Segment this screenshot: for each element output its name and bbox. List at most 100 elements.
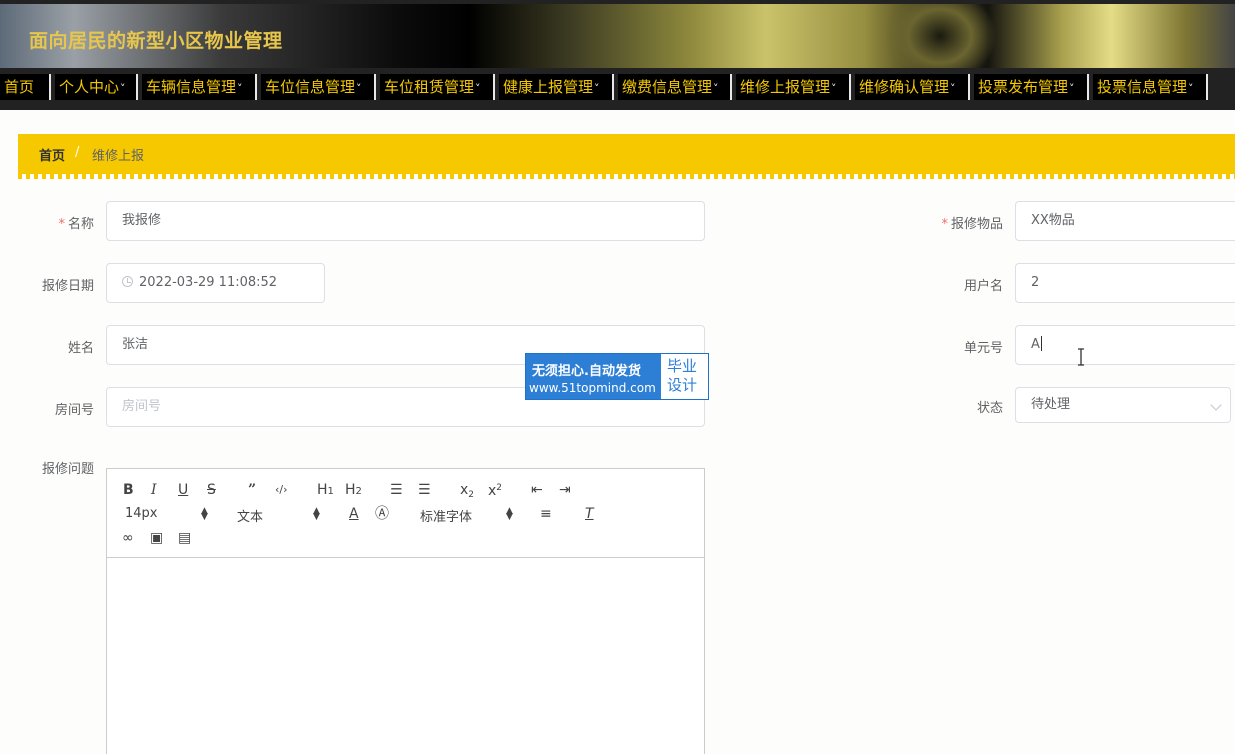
header-select[interactable]: 文本 ▲ ▼ <box>237 506 320 526</box>
nav-item-payment-info[interactable]: 缴费信息管理˅ <box>618 74 732 100</box>
unit-input[interactable]: A <box>1015 325 1235 365</box>
subscript-icon[interactable]: x2 <box>460 482 474 503</box>
name-label-text: 名称 <box>67 217 94 232</box>
nav-item-repair-report[interactable]: 维修上报管理˅ <box>736 74 851 100</box>
status-select[interactable]: 待处理 <box>1015 387 1231 423</box>
chevron-down-icon: ˅ <box>237 82 243 95</box>
font-family-select[interactable]: 标准字体 ▲ ▼ <box>420 506 513 526</box>
watermark-line2: www.51topmind.com <box>529 381 656 395</box>
nav-label: 缴费信息管理 <box>622 78 713 96</box>
nav-label: 个人中心 <box>59 78 120 96</box>
unit-label: 单元号 <box>963 341 1003 356</box>
chevron-down-icon: ˅ <box>475 82 481 95</box>
name-input[interactable]: 我报修 <box>106 201 705 241</box>
item-label: * 报修物品 <box>920 213 1003 232</box>
date-label: 报修日期 <box>41 279 94 294</box>
chevron-down-icon: ˅ <box>831 82 837 95</box>
video-icon[interactable]: ▤ <box>178 530 191 546</box>
nav-item-vote-info[interactable]: 投票信息管理˅ <box>1093 74 1208 100</box>
nav-label: 首页 <box>4 78 35 96</box>
clean-format-icon[interactable]: T <box>585 506 594 522</box>
realname-label: 姓名 <box>67 341 94 356</box>
app-root: 面向居民的新型小区物业管理 首页 个人中心˅ 车辆信息管理˅ 车位信息管理˅ 车… <box>0 0 1235 754</box>
header-banner: 面向居民的新型小区物业管理 <box>0 4 1235 68</box>
watermark-right: 毕业 设计 <box>667 357 697 395</box>
rich-text-editor[interactable]: B I U S ” ‹/› H1 H2 ☰ ☰ x2 x2 ⇤ ⇥ 14px ▲ ▼… <box>106 468 705 754</box>
required-mark: * <box>58 217 65 232</box>
status-label: 状态 <box>976 401 1003 416</box>
font-size-select[interactable]: 14px ▲ ▼ <box>125 506 208 522</box>
updown-icon: ▲ ▼ <box>313 506 320 522</box>
background-color-icon[interactable]: Ⓐ <box>375 506 389 522</box>
indent-icon[interactable]: ⇥ <box>559 482 571 498</box>
problem-label: 报修问题 <box>41 462 94 477</box>
font-family-value: 标准字体 <box>420 510 473 525</box>
ordered-list-icon[interactable]: ☰ <box>390 482 403 498</box>
breadcrumb-separator: / <box>75 145 80 160</box>
code-block-icon[interactable]: ‹/› <box>275 482 288 498</box>
watermark-badge: 无须担心.自动发货 www.51topmind.com 毕业 设计 <box>525 353 709 400</box>
chevron-down-icon: ˅ <box>1069 82 1075 95</box>
top-nav: 首页 个人中心˅ 车辆信息管理˅ 车位信息管理˅ 车位租赁管理˅ 健康上报管理˅… <box>0 68 1235 110</box>
date-value: 2022-03-29 11:08:52 <box>139 275 278 290</box>
nav-item-parking-rental[interactable]: 车位租赁管理˅ <box>380 74 495 100</box>
nav-item-vote-publish[interactable]: 投票发布管理˅ <box>974 74 1089 100</box>
watermark-line1: 无须担心.自动发货 <box>532 364 641 379</box>
strike-icon[interactable]: S <box>207 482 216 498</box>
editor-content[interactable] <box>107 559 704 754</box>
align-icon[interactable]: ≡ <box>540 506 552 522</box>
nav-item-vehicle-info[interactable]: 车辆信息管理˅ <box>142 74 257 100</box>
nav-item-repair-confirm[interactable]: 维修确认管理˅ <box>855 74 970 100</box>
status-value: 待处理 <box>1031 397 1071 412</box>
nav-item-parking-info[interactable]: 车位信息管理˅ <box>261 74 376 100</box>
nav-item-health-report[interactable]: 健康上报管理˅ <box>499 74 614 100</box>
font-size-value: 14px <box>125 506 158 521</box>
chevron-down-icon: ˅ <box>356 82 362 95</box>
bullet-list-icon[interactable]: ☰ <box>418 482 431 498</box>
item-label-text: 报修物品 <box>950 217 1003 232</box>
watermark-left: 无须担心.自动发货 www.51topmind.com <box>526 354 661 399</box>
superscript-icon[interactable]: x2 <box>488 480 502 499</box>
nav-label: 车辆信息管理 <box>146 78 237 96</box>
italic-icon[interactable]: I <box>151 482 157 498</box>
chevron-down-icon: ˅ <box>950 82 956 95</box>
nav-label: 维修确认管理 <box>859 78 950 96</box>
nav-item-personal-center[interactable]: 个人中心˅ <box>55 74 138 100</box>
watermark-right-top: 毕业 <box>667 357 698 375</box>
chevron-down-icon: ˅ <box>120 82 126 95</box>
chevron-down-icon: ˅ <box>1188 82 1194 95</box>
link-icon[interactable]: ∞ <box>122 530 134 546</box>
username-input[interactable]: 2 <box>1015 263 1235 303</box>
nav-label: 维修上报管理 <box>740 78 831 96</box>
h2-icon[interactable]: H2 <box>345 482 362 500</box>
chevron-down-icon <box>1210 399 1222 411</box>
required-mark: * <box>941 217 948 232</box>
text-cursor-icon <box>1078 348 1084 366</box>
header-select-value: 文本 <box>237 510 264 525</box>
updown-icon: ▲ ▼ <box>201 506 208 522</box>
breadcrumb-current: 维修上报 <box>92 149 145 164</box>
nav-label: 健康上报管理 <box>503 78 594 96</box>
date-picker[interactable]: 2022-03-29 11:08:52 <box>106 263 325 303</box>
editor-toolbar: B I U S ” ‹/› H1 H2 ☰ ☰ x2 x2 ⇤ ⇥ 14px ▲ ▼… <box>107 469 704 558</box>
breadcrumb-home[interactable]: 首页 <box>39 145 65 164</box>
h1-icon[interactable]: H1 <box>317 482 334 500</box>
clock-icon <box>122 276 133 287</box>
watermark-right-bottom: 设计 <box>667 376 698 394</box>
nav-item-home[interactable]: 首页 <box>0 74 51 100</box>
breadcrumb-decoration <box>18 173 1235 179</box>
nav-label: 投票发布管理 <box>978 78 1069 96</box>
underline-icon[interactable]: U <box>178 482 188 498</box>
text-caret <box>1040 336 1042 351</box>
image-icon[interactable]: ▣ <box>150 530 163 546</box>
outdent-icon[interactable]: ⇤ <box>531 482 543 498</box>
font-color-icon[interactable]: A <box>349 506 359 522</box>
blockquote-icon[interactable]: ” <box>248 482 256 498</box>
site-title: 面向居民的新型小区物业管理 <box>29 30 283 52</box>
room-label: 房间号 <box>54 403 94 418</box>
name-label: * 名称 <box>30 213 94 232</box>
bold-icon[interactable]: B <box>123 482 134 498</box>
item-input[interactable]: XX物品 <box>1015 201 1235 241</box>
username-label: 用户名 <box>963 279 1003 294</box>
nav-label: 车位租赁管理 <box>384 78 475 96</box>
